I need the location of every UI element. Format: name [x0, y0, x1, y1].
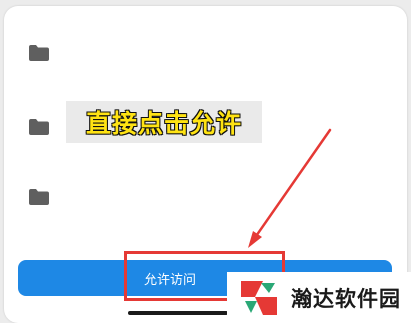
list-item[interactable] [4, 172, 407, 220]
list-item[interactable] [4, 28, 407, 76]
watermark: 瀚达软件园 [227, 272, 411, 323]
folder-icon [28, 44, 50, 62]
instruction-banner: 直接点击允许 [66, 101, 262, 143]
folder-icon [28, 188, 50, 206]
watermark-logo-icon [233, 275, 285, 321]
instruction-text: 直接点击允许 [85, 108, 242, 138]
folder-icon [28, 118, 50, 136]
screenshot-stage: 直接点击允许 允许访问 瀚达软件园 [0, 0, 411, 323]
home-indicator [128, 311, 228, 315]
watermark-text: 瀚达软件园 [291, 286, 401, 311]
